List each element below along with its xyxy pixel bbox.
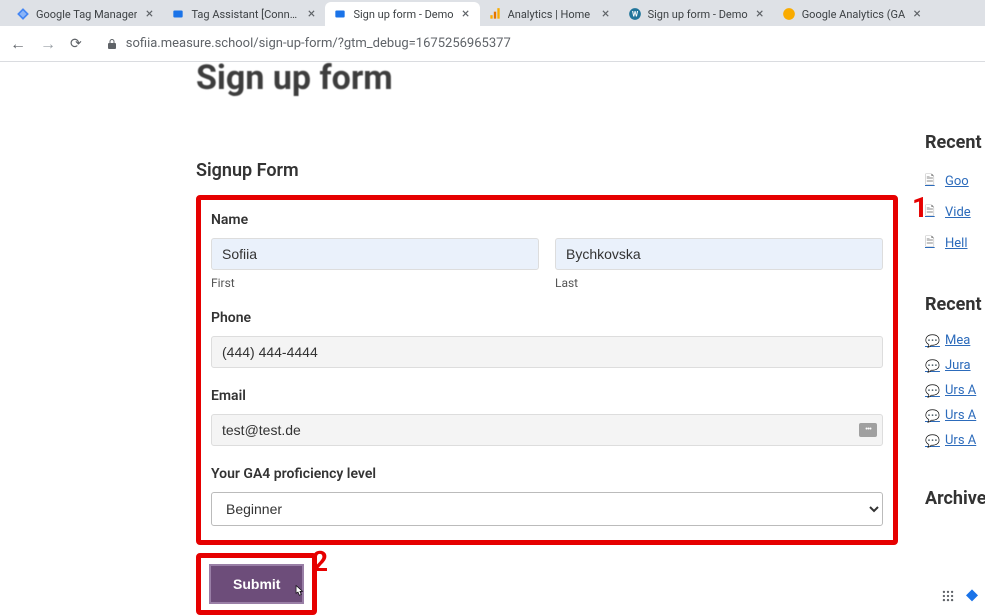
tab-signup-form[interactable]: Sign up form - Demo × [325, 2, 479, 26]
proficiency-select[interactable]: Beginner [211, 492, 883, 526]
comment-icon: 💬 [925, 359, 939, 373]
tag-assistant-badge-icon[interactable] [963, 587, 981, 605]
submit-label: Submit [233, 576, 280, 592]
tab-analytics[interactable]: Analytics | Home × [480, 2, 620, 26]
wordpress-favicon-icon: W [628, 7, 642, 21]
first-name-input[interactable] [211, 238, 539, 270]
apps-icon[interactable] [939, 587, 957, 605]
url-text: sofiia.measure.school/sign-up-form/?gtm_… [126, 36, 511, 51]
address-bar: ← → ⟳ sofiia.measure.school/sign-up-form… [0, 26, 985, 62]
tab-title: Sign up form - Demo [648, 8, 748, 21]
sidebar: Recent Posts 🗎Goo 🗎Vide 🗎Hell Recent Com… [925, 62, 985, 615]
last-name-input[interactable] [555, 238, 883, 270]
comment-icon: 💬 [925, 334, 939, 348]
submit-highlight: Submit [196, 553, 317, 615]
doc-icon: 🗎 [925, 171, 939, 192]
close-icon[interactable]: × [754, 8, 766, 20]
reload-icon[interactable]: ⟳ [70, 36, 82, 52]
sidebar-post-link[interactable]: 🗎Vide [925, 202, 985, 223]
comment-icon: 💬 [925, 434, 939, 448]
forward-icon[interactable]: → [40, 34, 56, 54]
recent-posts-heading: Recent Posts [925, 132, 985, 153]
tab-title: Google Tag Manager [36, 8, 137, 21]
gtm-favicon-icon [16, 7, 30, 21]
comment-icon: 💬 [925, 409, 939, 423]
analytics-favicon-icon [488, 7, 502, 21]
browser-tab-strip: Google Tag Manager × Tag Assistant [Conn… [0, 0, 985, 26]
sidebar-post-link[interactable]: 🗎Hell [925, 233, 985, 254]
tab-title: Tag Assistant [Connec [191, 8, 299, 21]
tag-assistant-favicon-icon [171, 7, 185, 21]
ga-favicon-icon [782, 7, 796, 21]
lock-icon [106, 38, 118, 50]
sidebar-comment-link[interactable]: 💬Jura [925, 358, 985, 373]
email-input[interactable] [211, 414, 883, 446]
sidebar-comment-link[interactable]: 💬Mea [925, 333, 985, 348]
archives-heading: Archives [925, 488, 985, 509]
proficiency-label: Your GA4 proficiency level [211, 466, 883, 482]
phone-input[interactable] [211, 336, 883, 368]
page-content: Sign up form Signup Form Name First Last… [0, 62, 985, 615]
tab-title: Google Analytics (GA [802, 8, 905, 21]
tab-tag-assistant[interactable]: Tag Assistant [Connec × [163, 2, 325, 26]
cursor-icon [290, 583, 306, 606]
tab-title: Analytics | Home [508, 8, 594, 21]
tab-wp-signup[interactable]: W Sign up form - Demo × [620, 2, 774, 26]
signup-form-highlight: Name First Last Phone Email [196, 195, 898, 545]
name-label: Name [211, 212, 883, 228]
close-icon[interactable]: × [143, 8, 155, 20]
form-heading: Signup Form [196, 160, 925, 181]
callout-1: 1 [912, 191, 928, 224]
url-field[interactable]: sofiia.measure.school/sign-up-form/?gtm_… [96, 32, 975, 55]
sidebar-comment-link[interactable]: 💬Urs A [925, 383, 985, 398]
close-icon[interactable]: × [911, 8, 923, 20]
tab-title: Sign up form - Demo [353, 8, 453, 21]
svg-text:W: W [632, 10, 639, 18]
comment-icon: 💬 [925, 384, 939, 398]
tag-assistant-favicon-icon [333, 7, 347, 21]
back-icon[interactable]: ← [10, 34, 26, 54]
sidebar-comment-link[interactable]: 💬Urs A [925, 408, 985, 423]
tab-ga[interactable]: Google Analytics (GA × [774, 2, 931, 26]
sidebar-post-link[interactable]: 🗎Goo [925, 171, 985, 192]
recent-comments-heading: Recent Comments [925, 294, 985, 315]
email-label: Email [211, 388, 883, 404]
page-title: Sign up form [196, 58, 925, 98]
sidebar-comment-link[interactable]: 💬Urs A [925, 433, 985, 448]
submit-button[interactable]: Submit [209, 564, 304, 604]
close-icon[interactable]: × [305, 8, 317, 20]
callout-2: 2 [312, 545, 328, 578]
first-sublabel: First [211, 276, 539, 290]
doc-icon: 🗎 [925, 233, 939, 254]
autofill-icon[interactable]: ••• [859, 423, 877, 437]
corner-icons [939, 587, 981, 605]
last-sublabel: Last [555, 276, 883, 290]
close-icon[interactable]: × [600, 8, 612, 20]
phone-label: Phone [211, 310, 883, 326]
tab-gtm[interactable]: Google Tag Manager × [8, 2, 163, 26]
close-icon[interactable]: × [460, 8, 472, 20]
